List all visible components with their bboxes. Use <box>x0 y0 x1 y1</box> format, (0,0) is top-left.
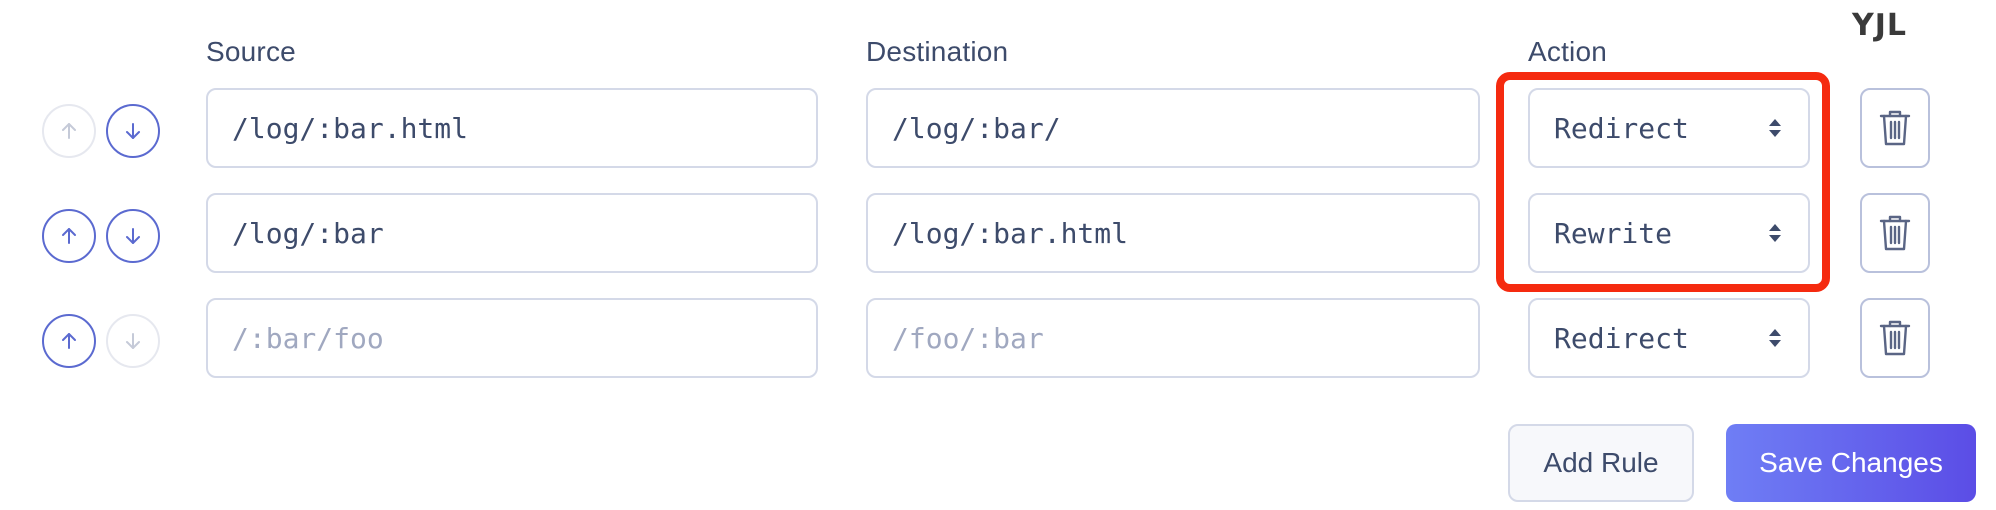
destination-input[interactable] <box>866 193 1480 273</box>
arrow-up-icon <box>62 123 76 139</box>
select-caret-icon <box>1769 224 1781 242</box>
move-down-button[interactable] <box>106 209 160 263</box>
action-select[interactable]: Rewrite <box>1528 193 1810 273</box>
arrow-up-icon <box>62 228 76 244</box>
action-select-value: Redirect <box>1554 321 1689 355</box>
source-input[interactable] <box>206 193 818 273</box>
action-select-value: Rewrite <box>1554 216 1673 250</box>
corner-mark: YJL <box>1852 8 1908 43</box>
rule-row: Rewrite <box>0 193 1996 273</box>
move-up-button[interactable] <box>42 104 96 158</box>
delete-rule-button[interactable] <box>1860 88 1930 168</box>
delete-rule-button[interactable] <box>1860 193 1930 273</box>
select-caret-icon <box>1769 329 1781 347</box>
arrow-down-icon <box>126 333 140 349</box>
action-select[interactable]: Redirect <box>1528 298 1810 378</box>
move-up-button[interactable] <box>42 314 96 368</box>
destination-input[interactable] <box>866 298 1480 378</box>
rule-row: Redirect <box>0 88 1996 168</box>
redirect-rules-editor: YJL Source Destination Action Redirect <box>0 0 1996 510</box>
source-input[interactable] <box>206 298 818 378</box>
source-input[interactable] <box>206 88 818 168</box>
trash-icon <box>1879 110 1911 146</box>
destination-column-header: Destination <box>866 36 1009 67</box>
action-select[interactable]: Redirect <box>1528 88 1810 168</box>
trash-icon <box>1879 215 1911 251</box>
rule-row: Redirect <box>0 298 1996 378</box>
arrow-up-icon <box>62 333 76 349</box>
move-down-button[interactable] <box>106 104 160 158</box>
action-select-value: Redirect <box>1554 111 1689 145</box>
arrow-down-icon <box>126 228 140 244</box>
save-changes-button[interactable]: Save Changes <box>1726 424 1976 502</box>
source-column-header: Source <box>206 36 296 67</box>
trash-icon <box>1879 320 1911 356</box>
action-column-header: Action <box>1528 36 1608 67</box>
arrow-down-icon <box>126 123 140 139</box>
move-up-button[interactable] <box>42 209 96 263</box>
move-down-button[interactable] <box>106 314 160 368</box>
select-caret-icon <box>1769 119 1781 137</box>
destination-input[interactable] <box>866 88 1480 168</box>
delete-rule-button[interactable] <box>1860 298 1930 378</box>
add-rule-button[interactable]: Add Rule <box>1508 424 1694 502</box>
